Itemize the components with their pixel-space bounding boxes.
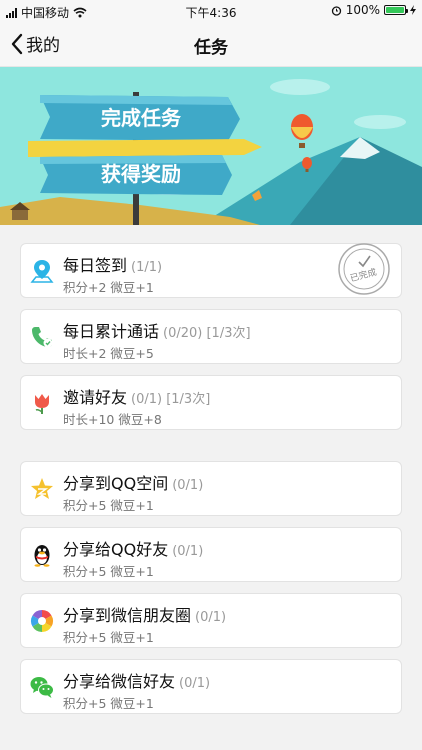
task-card-daily-calls[interactable]: 每日累计通话 (0/20) [1/3次] 时长+2 微豆+5 bbox=[20, 309, 402, 364]
banner: 完成任务 获得奖励 bbox=[0, 67, 422, 225]
task-title: 分享到QQ空间 bbox=[63, 474, 169, 493]
task-title: 每日签到 bbox=[63, 256, 128, 275]
battery-percent: 100% bbox=[345, 3, 380, 17]
task-progress: (0/20) [1/3次] bbox=[163, 326, 251, 341]
task-card-share-wechat-friend[interactable]: 分享给微信好友 (0/1) 积分+5 微豆+1 bbox=[20, 659, 402, 714]
qzone-star-icon bbox=[31, 478, 53, 499]
battery-icon bbox=[384, 5, 408, 15]
task-reward: 时长+10 微豆+8 bbox=[63, 412, 162, 427]
task-reward: 积分+5 微豆+1 bbox=[63, 630, 154, 645]
status-right: 100% bbox=[331, 3, 416, 17]
stamp-text: 已完成 bbox=[349, 266, 378, 285]
task-list-daily: 每日签到 (1/1) 积分+2 微豆+1 已完成 每日累计通话 (0/20) [1/… bbox=[20, 243, 402, 441]
phone-icon bbox=[32, 327, 53, 348]
nav-bar: 我的 任务 bbox=[0, 22, 422, 67]
task-reward: 积分+5 微豆+1 bbox=[63, 696, 154, 711]
task-title: 分享到微信朋友圈 bbox=[63, 606, 192, 625]
task-progress: (0/1) bbox=[172, 544, 204, 559]
task-progress: (1/1) bbox=[131, 260, 163, 275]
task-card-daily-checkin[interactable]: 每日签到 (1/1) 积分+2 微豆+1 已完成 bbox=[20, 243, 402, 298]
wechat-moments-icon bbox=[31, 610, 53, 632]
banner-line1: 完成任务 bbox=[101, 106, 182, 130]
task-title: 邀请好友 bbox=[63, 388, 128, 407]
task-card-share-moments[interactable]: 分享到微信朋友圈 (0/1) 积分+5 微豆+1 bbox=[20, 593, 402, 648]
task-reward: 时长+2 微豆+5 bbox=[63, 346, 154, 361]
task-list-share: 分享到QQ空间 (0/1) 积分+5 微豆+1 分享给QQ好友 (0/1) 积分+5… bbox=[20, 461, 402, 725]
task-progress: (0/1) bbox=[195, 610, 227, 625]
status-bar: 中国移动 下午4:36 100% bbox=[0, 0, 422, 22]
wechat-icon bbox=[30, 677, 54, 698]
page-title: 任务 bbox=[194, 38, 228, 58]
task-reward: 积分+5 微豆+1 bbox=[63, 564, 154, 579]
task-card-share-qq-friend[interactable]: 分享给QQ好友 (0/1) 积分+5 微豆+1 bbox=[20, 527, 402, 582]
banner-line2: 获得奖励 bbox=[101, 162, 181, 186]
task-card-invite-friends[interactable]: 邀请好友 (0/1) [1/3次] 时长+10 微豆+8 bbox=[20, 375, 402, 430]
completed-stamp-icon: 已完成 bbox=[338, 243, 390, 295]
tulip-icon bbox=[35, 394, 49, 414]
charging-icon bbox=[410, 5, 416, 15]
task-reward: 积分+2 微豆+1 bbox=[63, 280, 154, 295]
task-progress: (0/1) bbox=[172, 478, 204, 493]
task-progress: (0/1) [1/3次] bbox=[131, 392, 211, 407]
task-card-share-qzone[interactable]: 分享到QQ空间 (0/1) 积分+5 微豆+1 bbox=[20, 461, 402, 516]
task-progress: (0/1) bbox=[179, 676, 211, 691]
task-title: 分享给微信好友 bbox=[63, 672, 176, 691]
task-reward: 积分+5 微豆+1 bbox=[63, 498, 154, 513]
alarm-icon bbox=[331, 5, 341, 16]
task-title: 每日累计通话 bbox=[63, 322, 160, 341]
banner-illustration: 完成任务 获得奖励 bbox=[0, 67, 422, 225]
location-pin-icon bbox=[30, 260, 54, 283]
qq-penguin-icon bbox=[34, 545, 50, 567]
task-title: 分享给QQ好友 bbox=[63, 540, 169, 559]
